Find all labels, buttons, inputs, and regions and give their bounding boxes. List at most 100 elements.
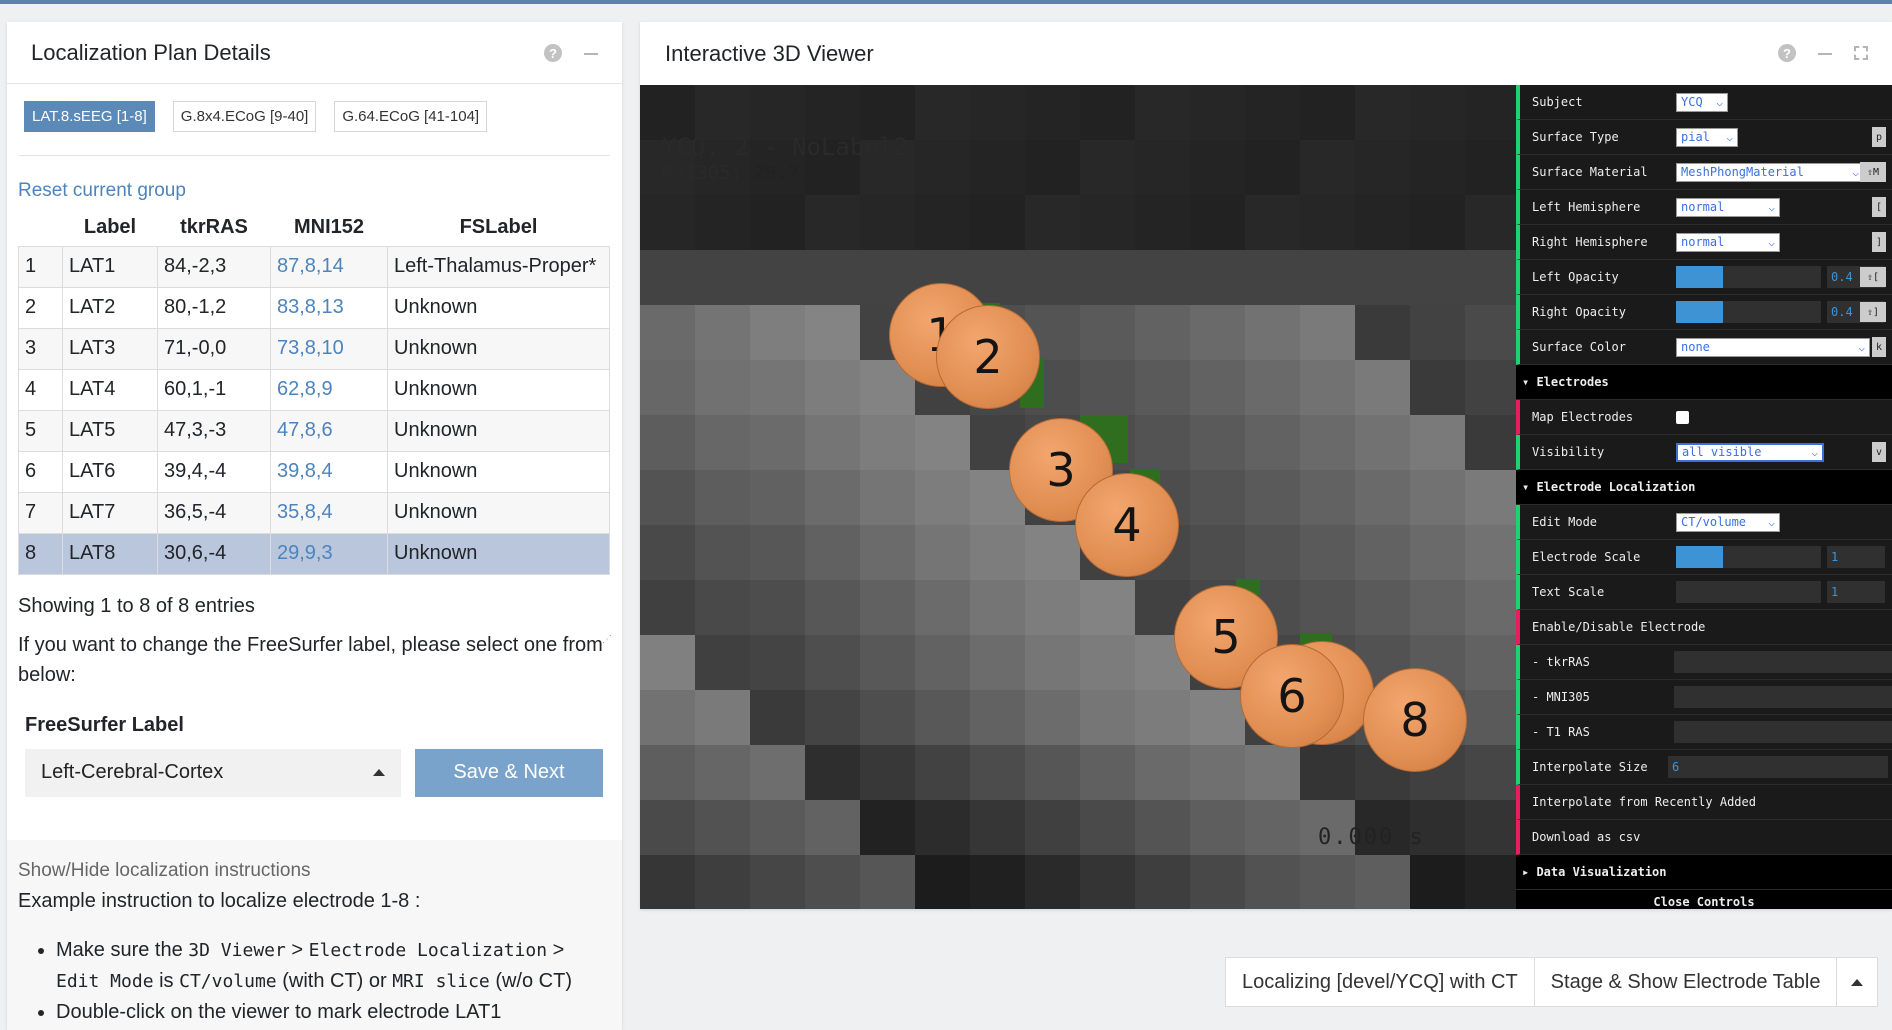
row-label: LAT8: [62, 532, 158, 575]
minimize-icon[interactable]: [1818, 53, 1832, 55]
column-header-label[interactable]: Label: [63, 210, 158, 246]
table-row[interactable]: 4 LAT4 60,1,-1 62,8,9 Unknown: [18, 368, 610, 411]
control-mni305: - MNI305: [1516, 680, 1892, 715]
slider-value[interactable]: 1: [1827, 546, 1885, 568]
table-row[interactable]: 1 LAT1 84,-2,3 87,8,14 Left-Thalamus-Pro…: [18, 245, 610, 288]
entries-count: Showing 1 to 8 of 8 entries: [18, 594, 255, 617]
toggle-instructions-link[interactable]: Show/Hide localization instructions: [18, 860, 611, 882]
table-row[interactable]: 7 LAT7 36,5,-4 35,8,4 Unknown: [18, 491, 610, 534]
slider-value[interactable]: 1: [1827, 581, 1885, 603]
tab-lat-seeg[interactable]: LAT.8.sEEG [1-8]: [24, 101, 155, 132]
ct-voxel: [1080, 855, 1135, 909]
ct-voxel: [750, 800, 805, 855]
save-next-button[interactable]: Save & Next: [415, 748, 603, 797]
row-mni152-link[interactable]: 83,8,13: [270, 286, 388, 329]
viewer-info-title: YCQ, 2 - NoLabel2: [662, 133, 908, 161]
ct-voxel: [915, 855, 970, 909]
row-mni152-link[interactable]: 39,8,4: [270, 450, 388, 493]
resize-grip-icon[interactable]: ⋰: [602, 634, 614, 646]
control-left-opacity: Left Opacity 0.4 ⇧[: [1516, 260, 1892, 295]
row-fslabel: Left-Thalamus-Proper*: [387, 245, 610, 288]
row-mni152-link[interactable]: 29,9,3: [270, 532, 388, 575]
subject-select[interactable]: YCQ ⌵: [1676, 92, 1728, 112]
right-opacity-slider[interactable]: 0.4: [1676, 301, 1885, 323]
surface-type-select[interactable]: pial ⌵: [1676, 127, 1738, 147]
folder-data-visualization[interactable]: ▸ Data Visualization: [1516, 855, 1892, 890]
control-label: Electrode Scale: [1532, 550, 1641, 564]
ct-voxel: [1410, 250, 1465, 305]
electrode-6[interactable]: 6: [1240, 644, 1344, 748]
ct-volume-canvas[interactable]: YCQ, 2 - NoLabel2 MNI305: 29,7,2 1 2 3 4…: [640, 85, 1516, 909]
slider-track[interactable]: [1676, 581, 1821, 603]
column-header-fslabel[interactable]: FSLabel: [388, 210, 610, 246]
chevron-down-icon: ⌵: [1716, 95, 1723, 109]
visibility-select[interactable]: all visible ⌵: [1676, 442, 1824, 462]
list-item: Double-click on the viewer to mark elect…: [56, 997, 611, 1027]
text-scale-slider[interactable]: 1: [1676, 581, 1885, 603]
ct-voxel: [915, 195, 970, 250]
left-opacity-slider[interactable]: 0.4: [1676, 266, 1885, 288]
ct-voxel: [970, 580, 1025, 635]
surface-material-select[interactable]: MeshPhongMaterial ⌵: [1676, 162, 1864, 182]
map-electrodes-checkbox[interactable]: [1676, 410, 1689, 424]
surface-color-select[interactable]: none ⌵: [1676, 337, 1870, 357]
control-interpolate-recent[interactable]: Interpolate from Recently Added: [1516, 785, 1892, 820]
select-value: normal: [1681, 235, 1725, 249]
slider-track[interactable]: [1676, 266, 1821, 288]
control-enable-disable[interactable]: Enable/Disable Electrode: [1516, 610, 1892, 645]
row-mni152-link[interactable]: 62,8,9: [270, 368, 388, 411]
right-hemisphere-select[interactable]: normal ⌵: [1676, 232, 1780, 252]
minimize-icon[interactable]: [584, 53, 598, 55]
control-download-csv[interactable]: Download as csv: [1516, 820, 1892, 855]
slider-track[interactable]: [1676, 301, 1821, 323]
maximize-icon[interactable]: [1854, 46, 1868, 60]
table-row-selected[interactable]: 8 LAT8 30,6,-4 29,9,3 Unknown: [18, 532, 610, 575]
mni305-input[interactable]: [1674, 686, 1892, 708]
row-fslabel: Unknown: [387, 368, 610, 411]
left-hemisphere-select[interactable]: normal ⌵: [1676, 197, 1780, 217]
close-controls-button[interactable]: Close Controls: [1516, 890, 1892, 909]
electrode-4[interactable]: 4: [1075, 473, 1179, 577]
slider-track[interactable]: [1676, 546, 1821, 568]
chevron-down-icon: ⌵: [1768, 200, 1775, 214]
stage-show-table-button[interactable]: Stage & Show Electrode Table: [1535, 958, 1838, 1006]
viewer-area[interactable]: YCQ, 2 - NoLabel2 MNI305: 29,7,2 1 2 3 4…: [640, 85, 1892, 909]
row-mni152-link[interactable]: 35,8,4: [270, 491, 388, 534]
column-header-tkrras[interactable]: tkrRAS: [158, 210, 271, 246]
tkrras-input[interactable]: [1674, 651, 1892, 673]
row-mni152-link[interactable]: 87,8,14: [270, 245, 388, 288]
localization-plan-card: Localization Plan Details ? LAT.8.sEEG […: [7, 22, 622, 1030]
tab-g64-ecog[interactable]: G.64.ECoG [41-104]: [334, 101, 488, 132]
table-row[interactable]: 2 LAT2 80,-1,2 83,8,13 Unknown: [18, 286, 610, 329]
row-mni152-link[interactable]: 73,8,10: [270, 327, 388, 370]
ct-voxel: [1245, 470, 1300, 525]
row-mni152-link[interactable]: 47,8,6: [270, 409, 388, 452]
expand-menu-button[interactable]: [1837, 958, 1877, 1006]
help-icon[interactable]: ?: [544, 44, 562, 62]
electrode-8[interactable]: 8: [1363, 668, 1467, 772]
ct-voxel: [915, 470, 970, 525]
table-row[interactable]: 5 LAT5 47,3,-3 47,8,6 Unknown: [18, 409, 610, 452]
freesurfer-label-select[interactable]: Left-Cerebral-Cortex: [25, 748, 401, 797]
ct-voxel: [915, 140, 970, 195]
ct-voxel: [860, 470, 915, 525]
column-header-index[interactable]: [19, 210, 63, 246]
electrode-2[interactable]: 2: [936, 305, 1040, 409]
folder-electrode-localization[interactable]: ▾ Electrode Localization: [1516, 470, 1892, 505]
tab-g8x4-ecog[interactable]: G.8x4.ECoG [9-40]: [172, 101, 317, 132]
interpolate-size-input[interactable]: 6: [1668, 756, 1888, 778]
slider-fill: [1676, 301, 1723, 323]
reset-current-group-link[interactable]: Reset current group: [7, 156, 622, 202]
help-icon[interactable]: ?: [1778, 44, 1796, 62]
localizing-status-button[interactable]: Localizing [devel/YCQ] with CT: [1226, 958, 1535, 1006]
folder-electrodes[interactable]: ▾ Electrodes: [1516, 365, 1892, 400]
ct-voxel: [640, 195, 695, 250]
electrode-scale-slider[interactable]: 1: [1676, 546, 1885, 568]
table-row[interactable]: 3 LAT3 71,-0,0 73,8,10 Unknown: [18, 327, 610, 370]
column-header-mni152[interactable]: MNI152: [271, 210, 388, 246]
table-row[interactable]: 6 LAT6 39,4,-4 39,8,4 Unknown: [18, 450, 610, 493]
edit-mode-select[interactable]: CT/volume ⌵: [1676, 512, 1780, 532]
row-index: 7: [18, 491, 63, 534]
ct-voxel: [695, 470, 750, 525]
t1ras-input[interactable]: [1674, 721, 1892, 743]
